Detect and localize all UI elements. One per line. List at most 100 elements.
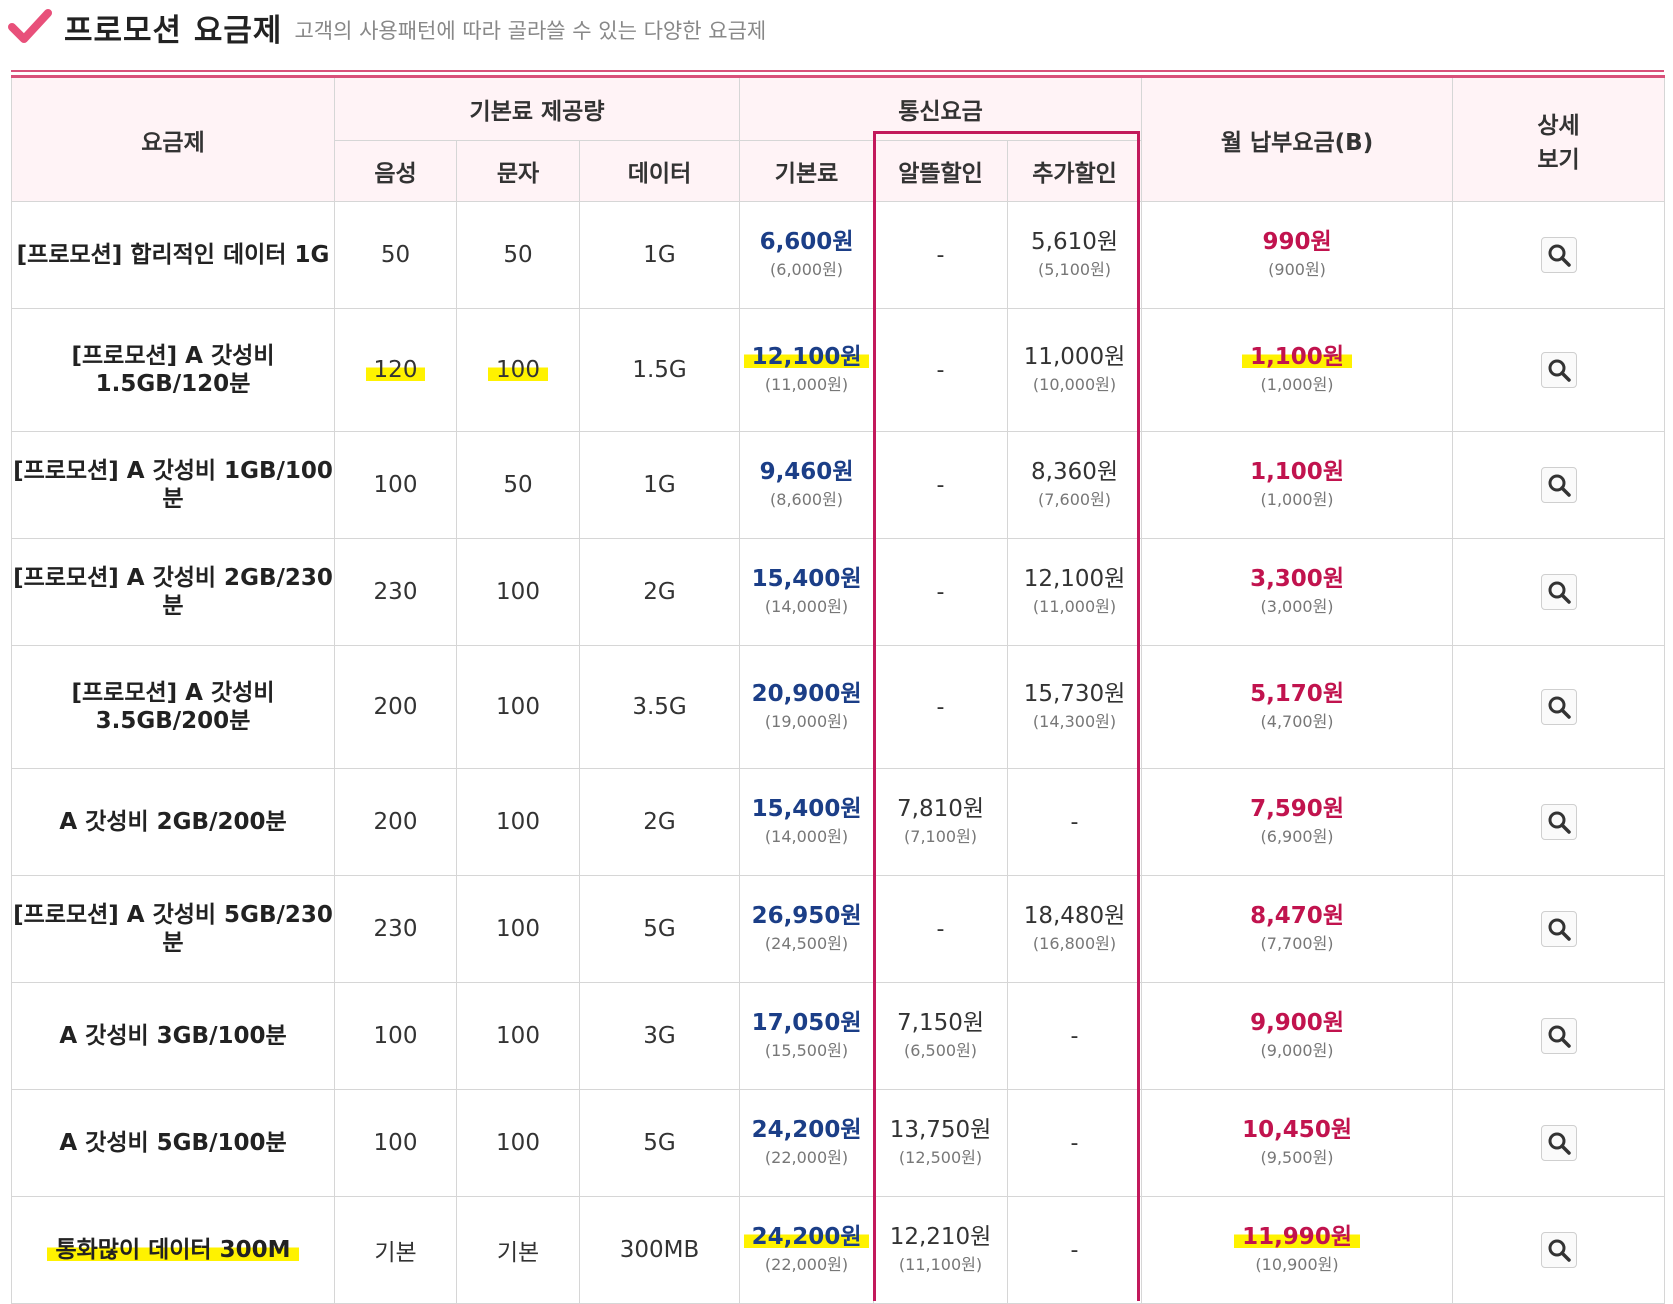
- text-cell: 50: [456, 201, 580, 309]
- table-row: 통화많이 데이터 300M 기본 기본 300MB 24,200원 (22,000원) 12…: [11, 1196, 1666, 1304]
- detail-view-button[interactable]: [1540, 1018, 1577, 1054]
- table-row: A 갓성비 3GB/100분 100 100 3G 17,050원 (15,500원) 7,…: [11, 982, 1666, 1090]
- monthly-fee-cell: 7,590원 (6,900원): [1141, 768, 1454, 876]
- detail-view-button[interactable]: [1540, 574, 1577, 610]
- plan-name: [프로모션] A 갓성비 3.5GB/200분: [11, 645, 335, 769]
- magnifier-icon: [1548, 811, 1571, 834]
- base-fee-cell: 26,950원 (24,500원): [739, 875, 875, 983]
- magnifier-icon: [1548, 696, 1571, 719]
- base-fee-cell: 17,050원 (15,500원): [739, 982, 875, 1090]
- magnifier-icon: [1548, 1025, 1571, 1048]
- detail-cell: [1452, 768, 1666, 876]
- discount-cell: 7,150원 (6,500원): [873, 982, 1009, 1090]
- table-row: [프로모션] A 갓성비 1.5GB/120분 120 100 1.5G 12,100원…: [11, 308, 1666, 432]
- voice-cell: 기본: [334, 1196, 457, 1304]
- plan-name: [프로모션] A 갓성비 1GB/100분: [11, 431, 335, 539]
- page-title: 프로모션 요금제: [64, 12, 283, 49]
- table-row: A 갓성비 5GB/100분 100 100 5G 24,200원 (22,000원) 13…: [11, 1089, 1666, 1197]
- magnifier-icon: [1548, 359, 1571, 382]
- voice-cell: 230: [334, 875, 457, 983]
- detail-view-button[interactable]: [1540, 1232, 1577, 1268]
- detail-cell: [1452, 645, 1666, 769]
- monthly-fee-cell: 3,300원 (3,000원): [1141, 538, 1454, 646]
- detail-cell: [1452, 982, 1666, 1090]
- detail-cell: [1452, 201, 1666, 309]
- table-row: [프로모션] A 갓성비 1GB/100분 100 50 1G 9,460원 (8,600…: [11, 431, 1666, 539]
- text-cell: 100: [456, 768, 580, 876]
- voice-cell: 230: [334, 538, 457, 646]
- detail-view-button[interactable]: [1540, 237, 1577, 273]
- data-cell: 1G: [578, 201, 741, 309]
- base-fee-cell: 15,400원 (14,000원): [739, 538, 875, 646]
- detail-view-button[interactable]: [1540, 804, 1577, 840]
- detail-view-button[interactable]: [1540, 689, 1577, 725]
- discount-cell: -: [873, 201, 1009, 309]
- col-header-monthly: 월 납부요금(B): [1141, 76, 1454, 202]
- col-group-fees: 통신요금: [739, 76, 1143, 141]
- voice-cell: 100: [334, 982, 457, 1090]
- plan-name: [프로모션] 합리적인 데이터 1G: [11, 201, 335, 309]
- text-cell: 50: [456, 431, 580, 539]
- col-header-data: 데이터: [578, 140, 741, 202]
- monthly-fee-cell: 11,990원 (10,900원): [1141, 1196, 1454, 1304]
- detail-cell: [1452, 308, 1666, 432]
- monthly-fee-cell: 1,100원 (1,000원): [1141, 431, 1454, 539]
- text-cell: 100: [456, 308, 580, 432]
- page-subtitle: 고객의 사용패턴에 따라 골라쓸 수 있는 다양한 요금제: [294, 19, 767, 43]
- base-fee-cell: 6,600원 (6,000원): [739, 201, 875, 309]
- detail-view-button[interactable]: [1540, 1125, 1577, 1161]
- col-header-base: 기본료: [739, 140, 875, 202]
- discount-cell: -: [873, 308, 1009, 432]
- detail-cell: [1452, 1089, 1666, 1197]
- base-fee-cell: 9,460원 (8,600원): [739, 431, 875, 539]
- voice-cell: 100: [334, 431, 457, 539]
- data-cell: 2G: [578, 768, 741, 876]
- col-header-extra: 추가할인: [1007, 140, 1143, 202]
- text-cell: 100: [456, 982, 580, 1090]
- magnifier-icon: [1548, 244, 1571, 267]
- text-cell: 100: [456, 538, 580, 646]
- discount-cell: -: [873, 875, 1009, 983]
- table-row: [프로모션] A 갓성비 5GB/230분 230 100 5G 26,950원 (24,…: [11, 875, 1666, 983]
- monthly-fee-cell: 10,450원 (9,500원): [1141, 1089, 1454, 1197]
- data-cell: 1G: [578, 431, 741, 539]
- voice-cell: 50: [334, 201, 457, 309]
- monthly-fee-cell: 1,100원 (1,000원): [1141, 308, 1454, 432]
- table-row: [프로모션] A 갓성비 2GB/230분 230 100 2G 15,400원 (14,…: [11, 538, 1666, 646]
- section-header: 프로모션 요금제 고객의 사용패턴에 따라 골라쓸 수 있는 다양한 요금제: [8, 4, 766, 50]
- discount-cell: 13,750원 (12,500원): [873, 1089, 1009, 1197]
- magnifier-icon: [1548, 1239, 1571, 1262]
- magnifier-icon: [1548, 581, 1571, 604]
- plan-name: A 갓성비 5GB/100분: [11, 1089, 335, 1197]
- plan-name: A 갓성비 2GB/200분: [11, 768, 335, 876]
- data-cell: 2G: [578, 538, 741, 646]
- detail-view-button[interactable]: [1540, 911, 1577, 947]
- discount-cell: 12,210원 (11,100원): [873, 1196, 1009, 1304]
- plan-name: [프로모션] A 갓성비 5GB/230분: [11, 875, 335, 983]
- col-header-text: 문자: [456, 140, 580, 202]
- plan-name: [프로모션] A 갓성비 2GB/230분: [11, 538, 335, 646]
- text-cell: 100: [456, 645, 580, 769]
- detail-view-button[interactable]: [1540, 467, 1577, 503]
- magnifier-icon: [1548, 918, 1571, 941]
- col-header-plan: 요금제: [11, 76, 335, 202]
- extra-discount-cell: -: [1007, 1196, 1143, 1304]
- extra-discount-cell: 12,100원 (11,000원): [1007, 538, 1143, 646]
- discount-cell: -: [873, 645, 1009, 769]
- col-header-voice: 음성: [334, 140, 457, 202]
- detail-view-button[interactable]: [1540, 352, 1577, 388]
- data-cell: 300MB: [578, 1196, 741, 1304]
- plan-name: A 갓성비 3GB/100분: [11, 982, 335, 1090]
- magnifier-icon: [1548, 474, 1571, 497]
- extra-discount-cell: 18,480원 (16,800원): [1007, 875, 1143, 983]
- base-fee-cell: 24,200원 (22,000원): [739, 1089, 875, 1197]
- discount-cell: 7,810원 (7,100원): [873, 768, 1009, 876]
- voice-cell: 200: [334, 645, 457, 769]
- voice-cell: 200: [334, 768, 457, 876]
- base-fee-cell: 15,400원 (14,000원): [739, 768, 875, 876]
- extra-discount-cell: -: [1007, 982, 1143, 1090]
- plan-name: 통화많이 데이터 300M: [11, 1196, 335, 1304]
- discount-cell: -: [873, 538, 1009, 646]
- text-cell: 100: [456, 875, 580, 983]
- voice-cell: 100: [334, 1089, 457, 1197]
